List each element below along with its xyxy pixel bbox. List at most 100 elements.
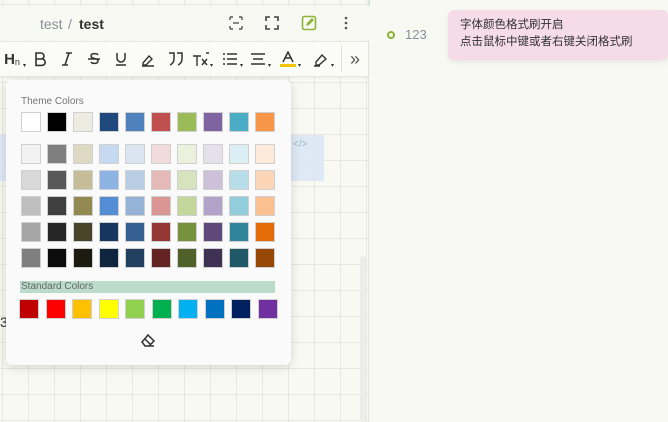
theme-shade-swatch[interactable] xyxy=(255,170,275,190)
theme-color-swatch[interactable] xyxy=(203,112,223,132)
theme-shade-swatch[interactable] xyxy=(125,170,145,190)
theme-shade-swatch[interactable] xyxy=(47,144,67,164)
theme-shade-swatch[interactable] xyxy=(151,170,171,190)
theme-shade-swatch[interactable] xyxy=(99,248,119,268)
theme-shade-swatch[interactable] xyxy=(203,170,223,190)
theme-shade-swatch[interactable] xyxy=(229,222,249,242)
strikethrough-icon[interactable] xyxy=(85,48,103,70)
breadcrumb-parent[interactable]: test xyxy=(40,16,63,32)
standard-color-swatch[interactable] xyxy=(178,299,198,319)
theme-color-swatch[interactable] xyxy=(21,112,41,132)
code-block-hint: </> xyxy=(293,139,308,150)
theme-color-swatch[interactable] xyxy=(99,112,119,132)
format-brush-icon[interactable] xyxy=(139,48,157,70)
theme-shade-swatch[interactable] xyxy=(229,196,249,216)
theme-shade-swatch[interactable] xyxy=(73,196,93,216)
theme-shade-swatch[interactable] xyxy=(203,248,223,268)
theme-shade-swatch[interactable] xyxy=(47,222,67,242)
fullscreen-icon[interactable] xyxy=(263,14,281,32)
theme-color-swatch[interactable] xyxy=(255,112,275,132)
theme-shade-swatch[interactable] xyxy=(73,222,93,242)
theme-shade-swatch[interactable] xyxy=(125,222,145,242)
theme-shade-swatch[interactable] xyxy=(21,144,41,164)
bold-icon[interactable] xyxy=(31,48,49,70)
theme-shade-swatch[interactable] xyxy=(99,196,119,216)
heading-icon[interactable]: Hn ▾ xyxy=(1,48,26,70)
italic-icon[interactable] xyxy=(58,48,76,70)
superscript-icon[interactable]: ▾ xyxy=(192,48,213,70)
editor-scrollbar[interactable] xyxy=(360,256,366,422)
theme-shade-swatch[interactable] xyxy=(177,222,197,242)
edit-icon[interactable] xyxy=(300,14,318,32)
theme-shade-swatch[interactable] xyxy=(255,222,275,242)
format-brush-tooltip: 字体颜色格式刷开启 点击鼠标中键或者右键关闭格式刷 xyxy=(448,10,668,60)
theme-shade-swatch[interactable] xyxy=(177,248,197,268)
theme-shade-swatch[interactable] xyxy=(73,248,93,268)
align-icon[interactable]: ▾ xyxy=(248,48,271,70)
font-color-icon[interactable]: ▾ xyxy=(278,48,301,70)
standard-color-swatch[interactable] xyxy=(72,299,92,319)
theme-shade-swatch[interactable] xyxy=(255,248,275,268)
theme-color-swatch[interactable] xyxy=(47,112,67,132)
outline-item[interactable]: 123 xyxy=(405,27,427,42)
standard-color-swatch[interactable] xyxy=(98,299,119,319)
theme-color-swatch[interactable] xyxy=(151,112,171,132)
theme-shade-swatch[interactable] xyxy=(73,144,93,164)
outline-bullet-icon xyxy=(387,31,395,39)
theme-shade-swatch[interactable] xyxy=(151,248,171,268)
theme-shade-swatch[interactable] xyxy=(203,196,223,216)
theme-shade-swatch[interactable] xyxy=(99,222,119,242)
theme-shade-swatch[interactable] xyxy=(255,144,275,164)
more-icon[interactable] xyxy=(337,14,355,32)
standard-color-swatch[interactable] xyxy=(257,299,278,319)
theme-shade-swatch[interactable] xyxy=(125,144,145,164)
theme-shade-swatch[interactable] xyxy=(255,196,275,216)
theme-shade-swatch[interactable] xyxy=(21,248,41,268)
theme-shade-swatch[interactable] xyxy=(125,248,145,268)
theme-color-swatch[interactable] xyxy=(177,112,197,132)
standard-color-swatch[interactable] xyxy=(151,299,172,319)
expand-toolbar-icon[interactable]: » xyxy=(345,48,365,70)
theme-shade-swatch[interactable] xyxy=(21,222,41,242)
theme-shade-swatch[interactable] xyxy=(99,144,119,164)
theme-shade-swatch[interactable] xyxy=(47,248,67,268)
theme-shade-swatch[interactable] xyxy=(47,196,67,216)
theme-shade-swatch[interactable] xyxy=(151,196,171,216)
color-picker-popup: Theme Colors Standard Colors xyxy=(6,80,291,365)
theme-colors-title: Theme Colors xyxy=(21,96,84,107)
theme-shade-swatch[interactable] xyxy=(99,170,119,190)
theme-shade-swatch[interactable] xyxy=(177,170,197,190)
heading-suffix: n xyxy=(14,57,20,67)
theme-shade-swatch[interactable] xyxy=(73,170,93,190)
theme-shade-swatch[interactable] xyxy=(21,196,41,216)
theme-shade-swatch[interactable] xyxy=(229,144,249,164)
theme-shade-swatch[interactable] xyxy=(125,196,145,216)
theme-shade-swatch[interactable] xyxy=(47,170,67,190)
font-color-indicator xyxy=(280,64,296,67)
format-toolbar: Hn ▾ ▾ ▾ ▾ ▾ ▾ » xyxy=(0,41,368,77)
tooltip-line-2: 点击鼠标中键或者右键关闭格式刷 xyxy=(460,34,633,48)
list-icon[interactable]: ▾ xyxy=(220,48,243,70)
standard-color-swatch[interactable] xyxy=(204,299,225,319)
theme-shade-swatch[interactable] xyxy=(203,222,223,242)
standard-color-swatch[interactable] xyxy=(19,299,39,319)
code-view-icon[interactable] xyxy=(227,14,245,32)
theme-color-swatch[interactable] xyxy=(73,112,93,132)
theme-shade-swatch[interactable] xyxy=(229,170,249,190)
theme-color-swatch[interactable] xyxy=(229,112,249,132)
theme-color-swatch[interactable] xyxy=(125,112,145,132)
theme-shade-swatch[interactable] xyxy=(203,144,223,164)
eraser-icon[interactable] xyxy=(140,332,156,348)
quote-icon[interactable] xyxy=(165,48,187,70)
theme-shade-swatch[interactable] xyxy=(151,222,171,242)
standard-color-swatch[interactable] xyxy=(45,299,66,319)
theme-shade-swatch[interactable] xyxy=(229,248,249,268)
theme-shade-swatch[interactable] xyxy=(177,144,197,164)
standard-color-swatch[interactable] xyxy=(231,299,251,319)
highlight-icon[interactable]: ▾ xyxy=(311,48,334,70)
underline-icon[interactable] xyxy=(112,48,130,70)
theme-shade-swatch[interactable] xyxy=(21,170,41,190)
theme-shade-swatch[interactable] xyxy=(177,196,197,216)
theme-shade-swatch[interactable] xyxy=(151,144,171,164)
standard-color-swatch[interactable] xyxy=(125,299,145,319)
